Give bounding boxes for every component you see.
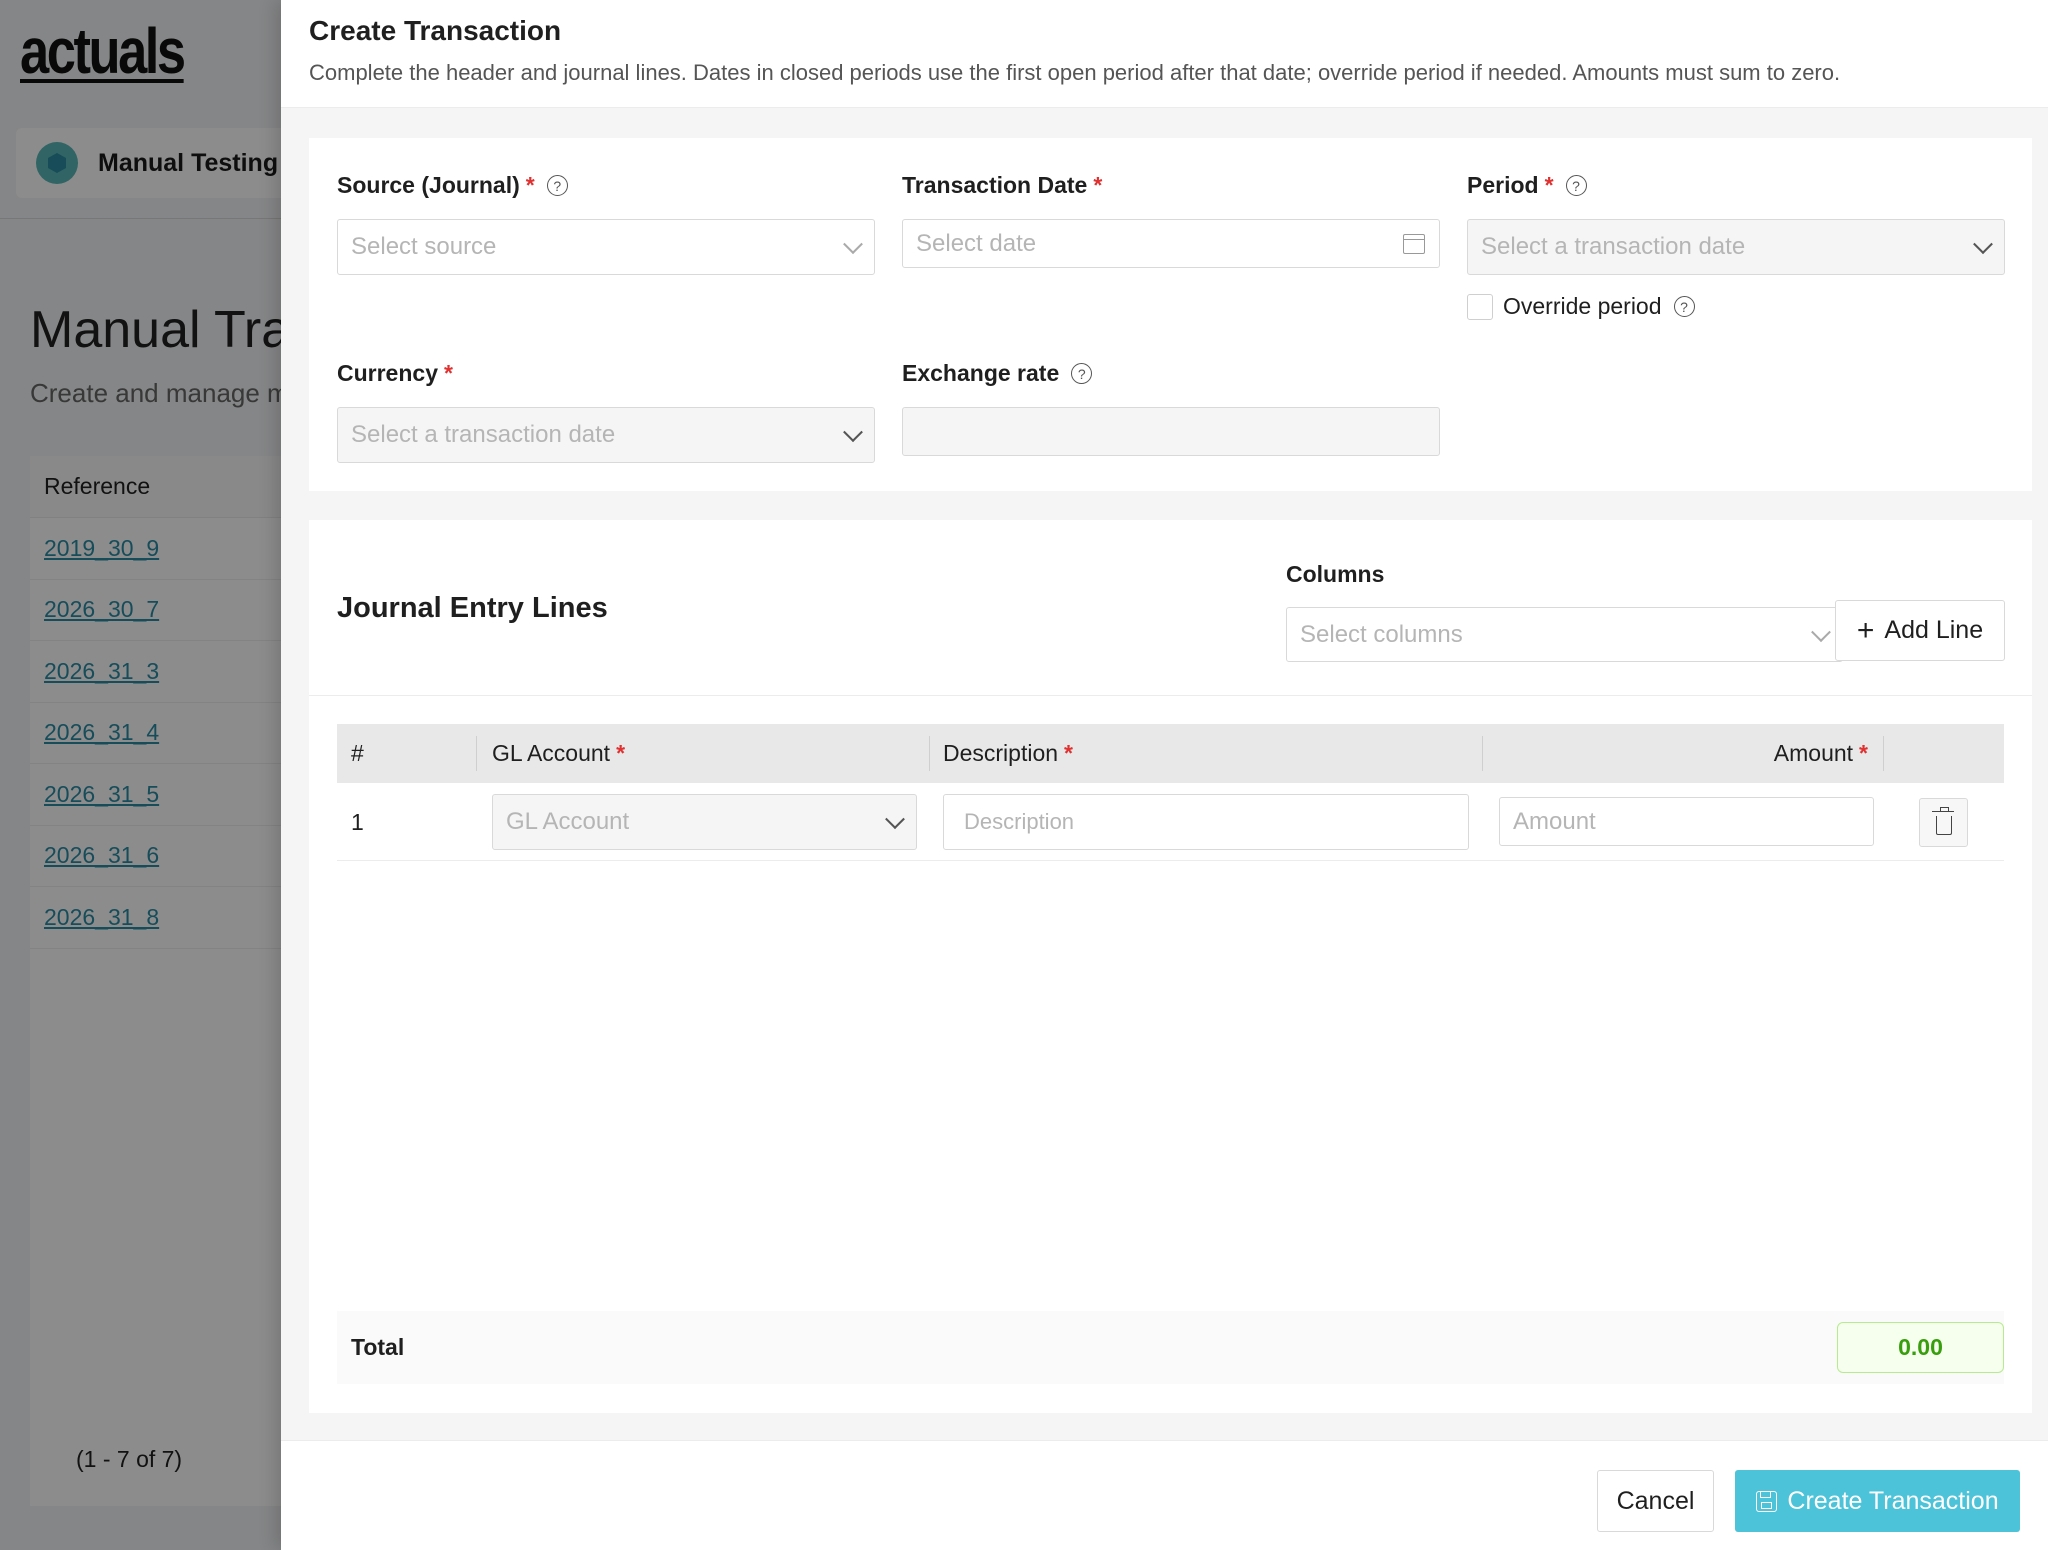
drawer-description: Complete the header and journal lines. D… [309, 60, 1841, 85]
row-number: 1 [351, 808, 364, 835]
required-marker: * [1544, 172, 1554, 198]
override-period-label: Override period [1503, 293, 1662, 319]
chevron-down-icon [1973, 234, 1993, 255]
plus-icon: + [1856, 613, 1875, 647]
header-form-card: Source (Journal) * ? Select source Transa… [309, 138, 2032, 491]
amount-input[interactable]: Amount [1499, 797, 1874, 846]
exchange-rate-label: Exchange rate ? [902, 360, 1093, 387]
lines-table-header: # GL Account * Description * Amount * [337, 724, 2004, 783]
required-marker: * [443, 360, 453, 386]
table-row: 1 GL Account Description Amount [337, 783, 2004, 861]
column-header-num: # [351, 740, 364, 766]
transaction-date-label: Transaction Date * [902, 172, 1103, 198]
required-marker: * [1093, 172, 1103, 198]
required-marker: * [616, 740, 626, 766]
create-transaction-button[interactable]: Create Transaction [1735, 1470, 2020, 1532]
delete-line-button[interactable] [1919, 798, 1968, 847]
column-header-description: Description * [943, 740, 1073, 766]
help-icon[interactable]: ? [1565, 175, 1587, 196]
drawer-header: Create Transaction Complete the header a… [281, 0, 2048, 108]
required-marker: * [525, 172, 535, 198]
column-header-amount: Amount * [1773, 740, 1868, 766]
chevron-down-icon [885, 809, 905, 830]
required-marker: * [1064, 740, 1073, 766]
description-input[interactable]: Description [943, 794, 1469, 850]
override-period-checkbox[interactable]: Override period ? [1467, 293, 1695, 320]
source-select[interactable]: Select source [337, 219, 875, 275]
create-transaction-drawer: Create Transaction Complete the header a… [281, 0, 2048, 1550]
period-label: Period * ? [1467, 172, 1587, 199]
cancel-button[interactable]: Cancel [1597, 1470, 1714, 1532]
chevron-down-icon [1811, 621, 1831, 642]
help-icon[interactable]: ? [546, 175, 568, 196]
checkbox-box[interactable] [1467, 293, 1493, 320]
chevron-down-icon [843, 234, 863, 255]
exchange-rate-input[interactable] [902, 407, 1440, 456]
journal-lines-title: Journal Entry Lines [337, 592, 608, 624]
columns-label: Columns [1286, 561, 1385, 587]
help-icon[interactable]: ? [1673, 296, 1695, 317]
total-row: Total 0.00 [337, 1311, 2004, 1384]
column-header-gl-account: GL Account * [492, 740, 626, 766]
transaction-date-picker[interactable]: Select date [902, 219, 1440, 268]
drawer-footer: Cancel Create Transaction [281, 1440, 2048, 1550]
divider [309, 695, 2032, 696]
add-line-button[interactable]: + Add Line [1835, 600, 2005, 661]
required-marker: * [1859, 740, 1868, 766]
gl-account-select[interactable]: GL Account [492, 794, 917, 850]
trash-icon [1931, 806, 1954, 835]
columns-select[interactable]: Select columns [1286, 607, 1843, 662]
currency-label: Currency * [337, 360, 453, 386]
save-icon [1756, 1490, 1778, 1512]
journal-lines-card: Journal Entry Lines Columns Select colum… [309, 520, 2032, 1413]
chevron-down-icon [843, 422, 863, 443]
drawer-title: Create Transaction [309, 15, 562, 46]
help-icon[interactable]: ? [1071, 363, 1093, 384]
currency-select[interactable]: Select a transaction date [337, 407, 875, 463]
source-label: Source (Journal) * ? [337, 172, 568, 199]
total-label: Total [351, 1334, 405, 1360]
period-select[interactable]: Select a transaction date [1467, 219, 2005, 275]
total-value: 0.00 [1837, 1322, 2004, 1373]
calendar-icon [1403, 233, 1425, 254]
